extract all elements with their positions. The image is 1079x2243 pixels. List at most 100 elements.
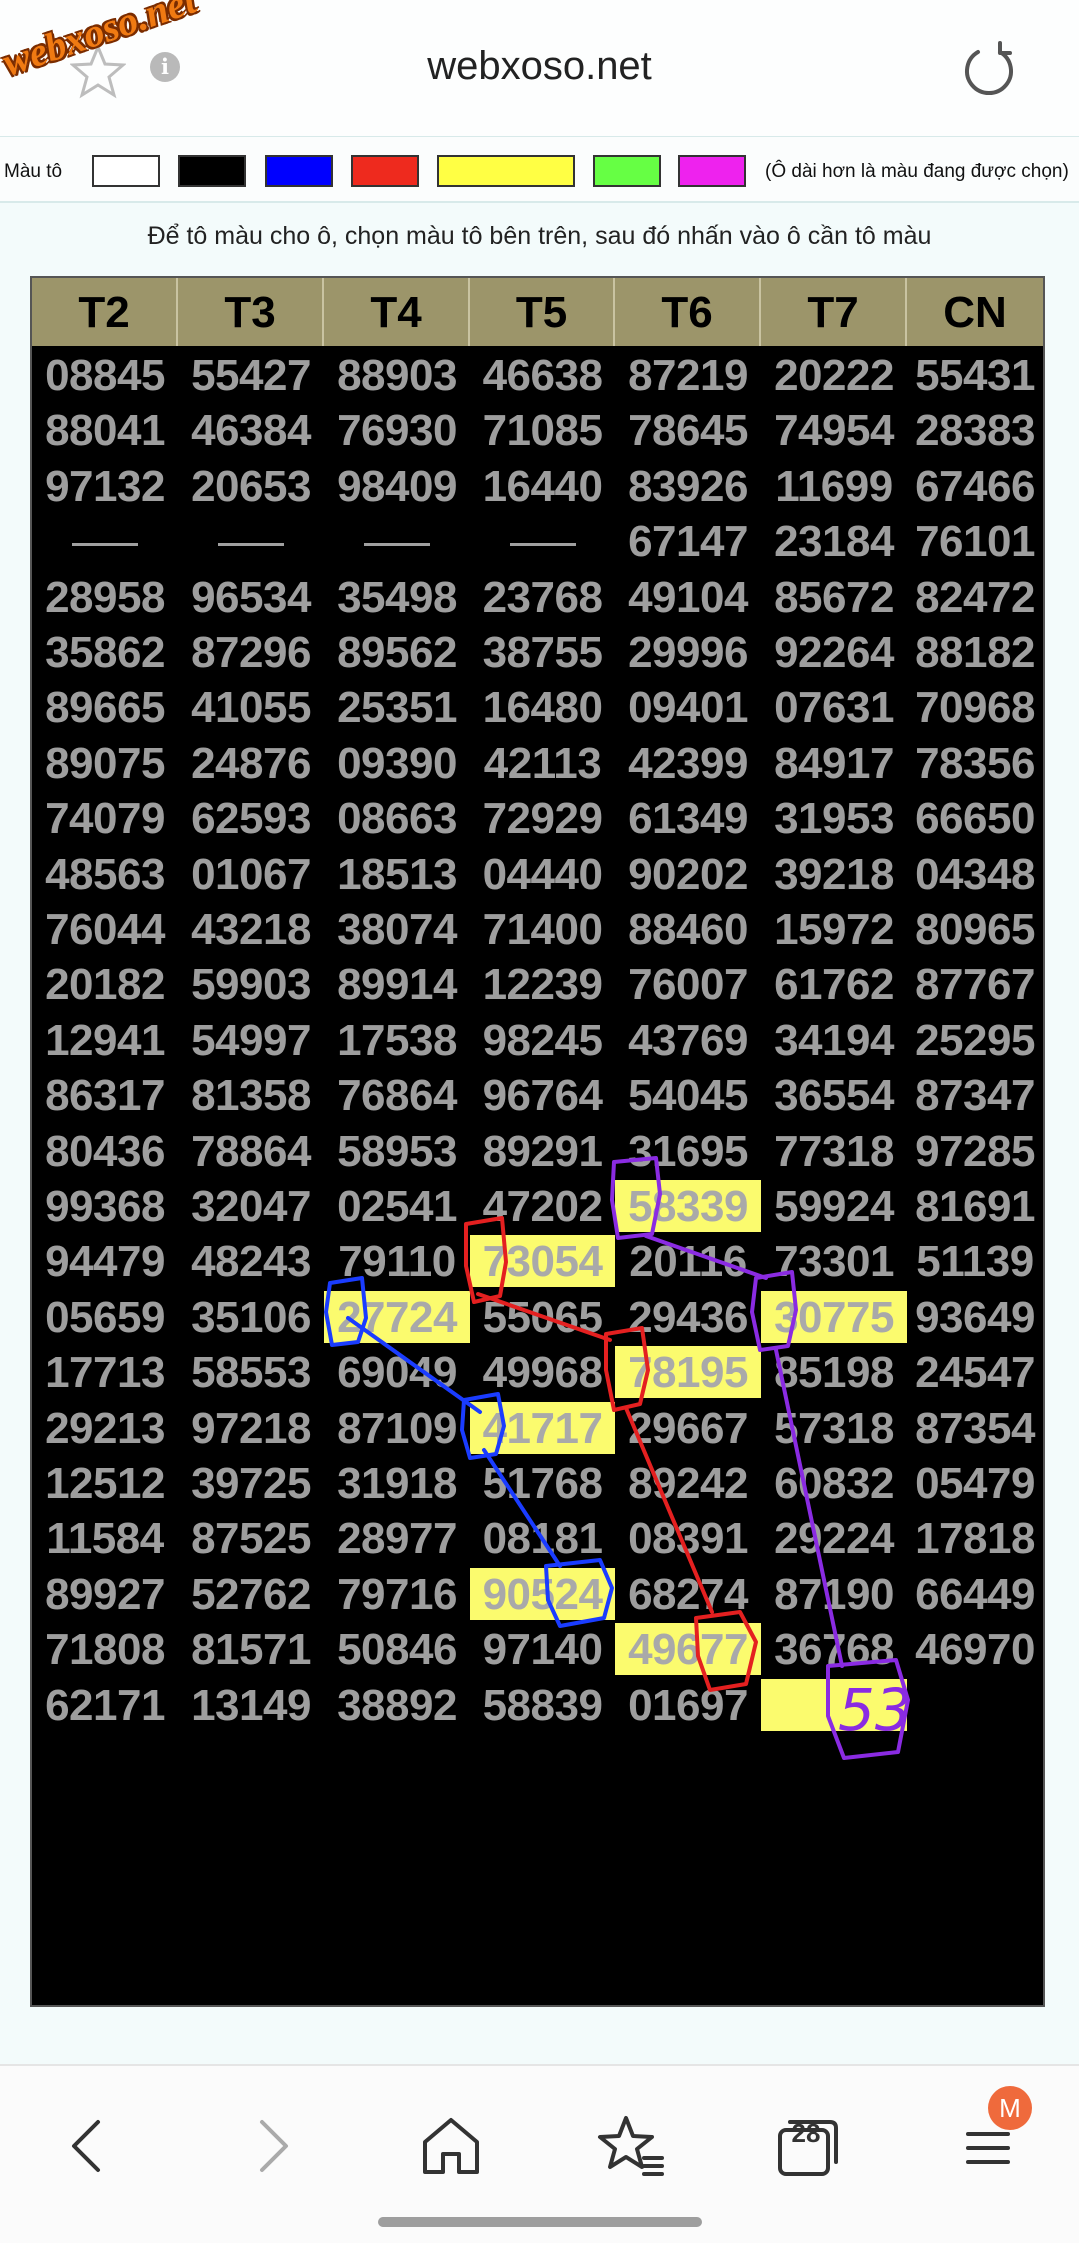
- number-cell[interactable]: 47202: [470, 1180, 615, 1232]
- number-cell[interactable]: 89665: [32, 681, 178, 733]
- number-cell[interactable]: 81358: [178, 1069, 324, 1121]
- number-cell[interactable]: 74079: [32, 792, 178, 844]
- number-cell[interactable]: 87525: [178, 1512, 324, 1564]
- number-cell[interactable]: 87347: [907, 1069, 1043, 1121]
- number-cell[interactable]: 58339: [615, 1180, 761, 1232]
- number-cell[interactable]: 17818: [907, 1512, 1043, 1564]
- number-cell[interactable]: 05659: [32, 1291, 178, 1343]
- number-cell[interactable]: 84917: [761, 737, 907, 789]
- number-cell[interactable]: 38755: [470, 626, 615, 678]
- number-cell[interactable]: 31953: [761, 792, 907, 844]
- number-cell[interactable]: 99368: [32, 1180, 178, 1232]
- number-cell[interactable]: 87767: [907, 958, 1043, 1010]
- number-cell[interactable]: 59903: [178, 958, 324, 1010]
- number-cell[interactable]: 68274: [615, 1568, 761, 1620]
- number-cell[interactable]: 83926: [615, 460, 761, 512]
- number-cell[interactable]: 43769: [615, 1014, 761, 1066]
- number-cell[interactable]: 87109: [324, 1402, 470, 1454]
- number-cell[interactable]: 46384: [178, 404, 324, 456]
- number-cell[interactable]: 85198: [761, 1346, 907, 1398]
- number-cell[interactable]: 97140: [470, 1623, 615, 1675]
- number-cell[interactable]: 78645: [615, 404, 761, 456]
- number-cell[interactable]: 57318: [761, 1402, 907, 1454]
- number-cell[interactable]: 20182: [32, 958, 178, 1010]
- number-cell[interactable]: 76930: [324, 404, 470, 456]
- number-cell[interactable]: 46638: [470, 349, 615, 401]
- number-cell[interactable]: 85672: [761, 571, 907, 623]
- number-cell[interactable]: 01697: [615, 1679, 761, 1731]
- number-cell[interactable]: 35498: [324, 571, 470, 623]
- number-cell[interactable]: 50846: [324, 1623, 470, 1675]
- number-cell[interactable]: 79110: [324, 1235, 470, 1287]
- number-cell[interactable]: 51768: [470, 1457, 615, 1509]
- number-cell[interactable]: 04348: [907, 848, 1043, 900]
- number-cell[interactable]: 58553: [178, 1346, 324, 1398]
- color-swatch[interactable]: [92, 155, 160, 187]
- number-cell[interactable]: 55427: [178, 349, 324, 401]
- number-cell[interactable]: 08391: [615, 1512, 761, 1564]
- number-cell[interactable]: 43218: [178, 903, 324, 955]
- number-cell[interactable]: 98409: [324, 460, 470, 512]
- number-cell[interactable]: 66449: [907, 1568, 1043, 1620]
- number-cell[interactable]: 58839: [470, 1679, 615, 1731]
- number-cell[interactable]: 55431: [907, 349, 1043, 401]
- number-cell[interactable]: 28958: [32, 571, 178, 623]
- number-cell[interactable]: 01067: [178, 848, 324, 900]
- number-cell[interactable]: 97285: [907, 1125, 1043, 1177]
- color-swatch[interactable]: [678, 155, 746, 187]
- number-cell[interactable]: 62593: [178, 792, 324, 844]
- number-cell[interactable]: 89927: [32, 1568, 178, 1620]
- number-cell[interactable]: 08181: [470, 1512, 615, 1564]
- number-cell[interactable]: 87219: [615, 349, 761, 401]
- number-cell[interactable]: 74954: [761, 404, 907, 456]
- number-cell[interactable]: 49104: [615, 571, 761, 623]
- number-cell[interactable]: 79716: [324, 1568, 470, 1620]
- number-cell[interactable]: 42113: [470, 737, 615, 789]
- number-cell[interactable]: 78864: [178, 1125, 324, 1177]
- back-icon[interactable]: [48, 2106, 128, 2186]
- color-swatch[interactable]: [178, 155, 246, 187]
- number-cell[interactable]: [32, 515, 178, 567]
- number-cell[interactable]: 08845: [32, 349, 178, 401]
- number-cell[interactable]: 61762: [761, 958, 907, 1010]
- number-cell[interactable]: 23184: [761, 515, 907, 567]
- number-cell[interactable]: 77318: [761, 1125, 907, 1177]
- number-cell[interactable]: 97218: [178, 1402, 324, 1454]
- number-cell[interactable]: 96534: [178, 571, 324, 623]
- number-cell[interactable]: 73054: [470, 1235, 615, 1288]
- refresh-icon[interactable]: [958, 38, 1020, 100]
- number-cell[interactable]: 20222: [761, 349, 907, 401]
- number-cell[interactable]: 66650: [907, 792, 1043, 844]
- number-cell[interactable]: 42399: [615, 737, 761, 789]
- number-cell[interactable]: 89914: [324, 958, 470, 1010]
- number-cell[interactable]: 48243: [178, 1235, 324, 1287]
- number-cell[interactable]: 41717: [470, 1401, 615, 1454]
- number-cell[interactable]: 54997: [178, 1014, 324, 1066]
- number-cell[interactable]: 60832: [761, 1457, 907, 1509]
- number-cell[interactable]: 76044: [32, 903, 178, 955]
- number-cell[interactable]: 24876: [178, 737, 324, 789]
- number-cell[interactable]: 61349: [615, 792, 761, 844]
- number-cell[interactable]: 16480: [470, 681, 615, 733]
- number-cell[interactable]: 39725: [178, 1457, 324, 1509]
- number-cell[interactable]: [324, 515, 470, 567]
- number-cell[interactable]: 12512: [32, 1457, 178, 1509]
- number-cell[interactable]: 71400: [470, 903, 615, 955]
- number-cell[interactable]: 11699: [761, 460, 907, 512]
- number-cell[interactable]: 51139: [907, 1235, 1043, 1287]
- number-cell[interactable]: 92264: [761, 626, 907, 678]
- number-cell[interactable]: 96764: [470, 1069, 615, 1121]
- number-cell[interactable]: 93649: [907, 1291, 1043, 1343]
- color-swatch[interactable]: [351, 155, 419, 187]
- number-cell[interactable]: 80436: [32, 1125, 178, 1177]
- number-cell[interactable]: 38074: [324, 903, 470, 955]
- number-cell[interactable]: 76007: [615, 958, 761, 1010]
- number-cell[interactable]: 87190: [761, 1568, 907, 1620]
- number-cell[interactable]: 18513: [324, 848, 470, 900]
- number-cell[interactable]: 89291: [470, 1125, 615, 1177]
- number-cell[interactable]: 87354: [907, 1402, 1043, 1454]
- number-cell[interactable]: 90524: [470, 1567, 615, 1620]
- number-cell[interactable]: 82472: [907, 571, 1043, 623]
- number-cell[interactable]: 89242: [615, 1457, 761, 1509]
- number-cell[interactable]: 58953: [324, 1125, 470, 1177]
